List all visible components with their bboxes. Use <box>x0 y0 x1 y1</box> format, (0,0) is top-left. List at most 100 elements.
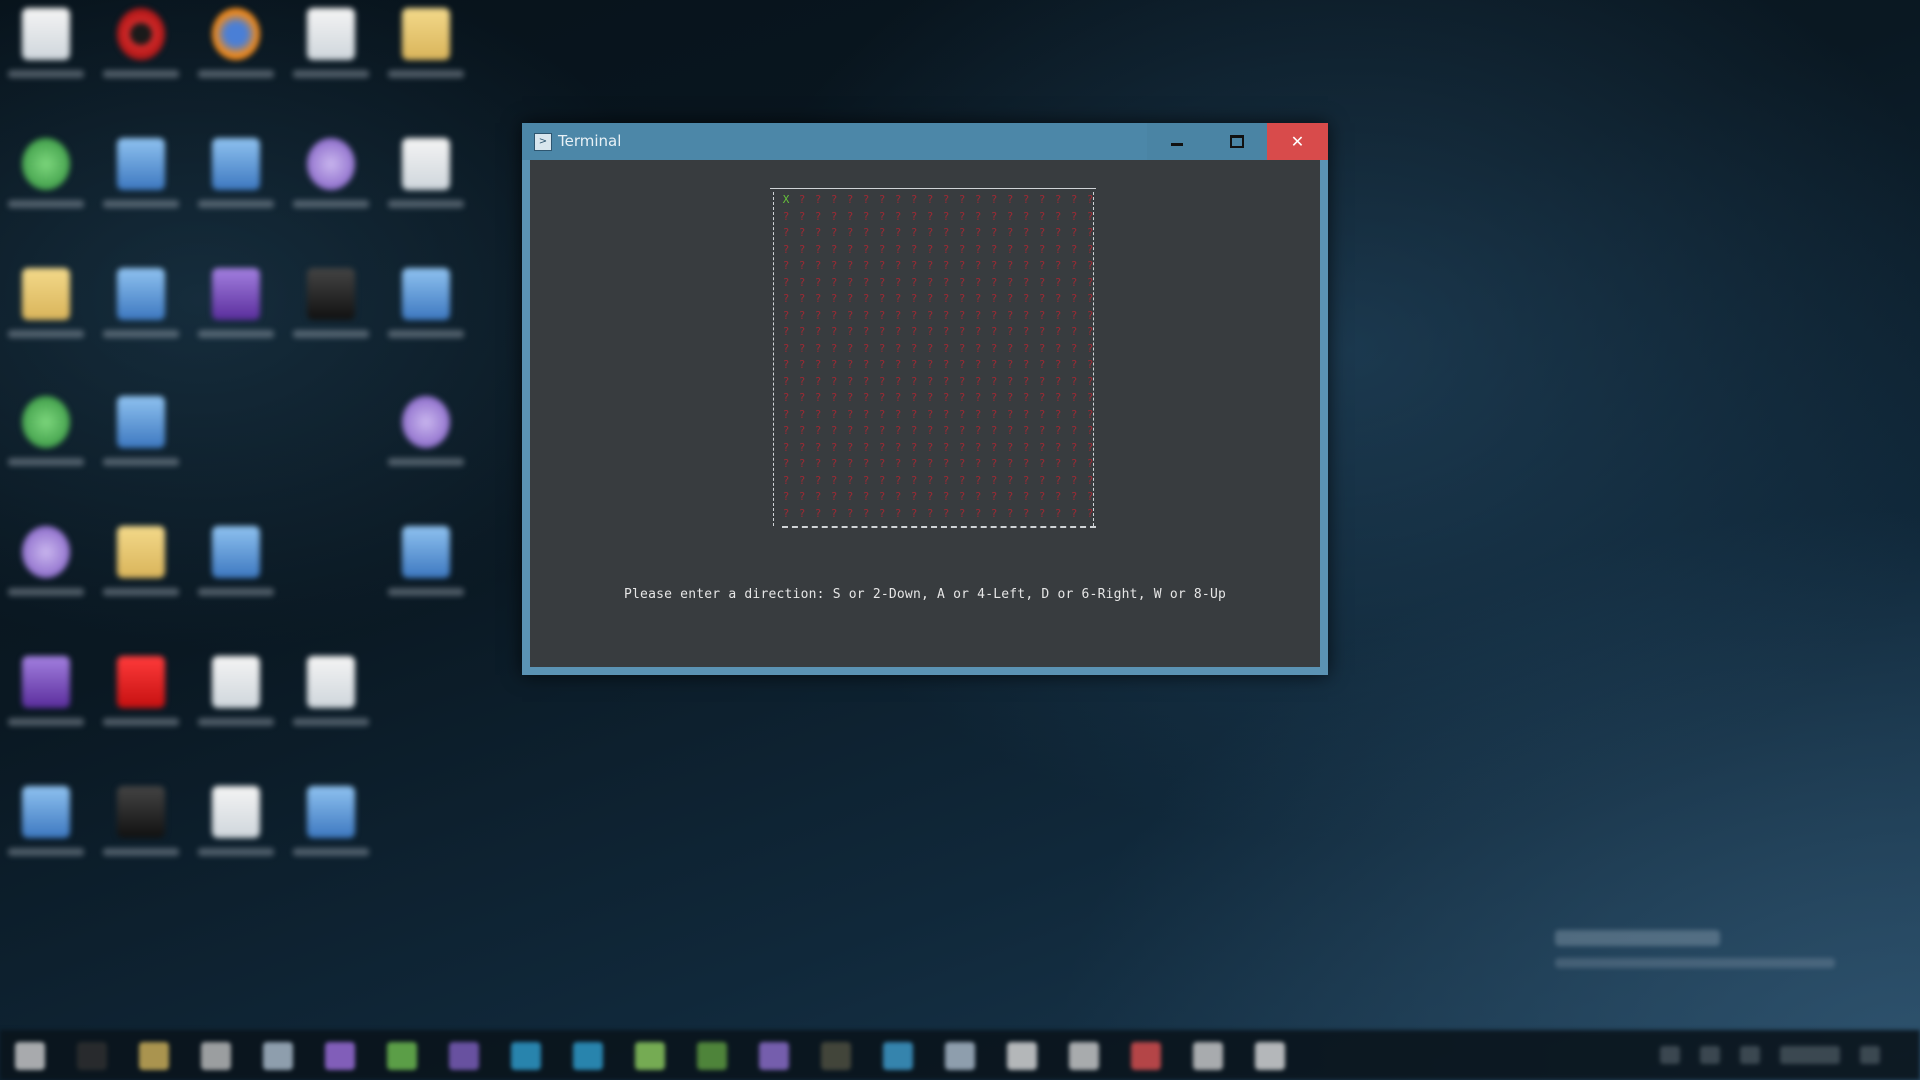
grid-cell: ? <box>846 325 854 338</box>
desktop-icon-app[interactable] <box>0 388 90 506</box>
desktop-icon-image[interactable] <box>95 260 185 378</box>
desktop-icon-app[interactable] <box>190 130 280 248</box>
maximize-button[interactable] <box>1207 123 1267 160</box>
grid-cell: ? <box>1054 440 1062 454</box>
taskbar-chrome-icon[interactable] <box>1131 1042 1161 1070</box>
desktop-icon-doc[interactable] <box>380 260 470 378</box>
desktop-icon-app[interactable] <box>95 648 185 766</box>
taskbar-app-icon[interactable] <box>201 1042 231 1070</box>
grid-cell: ? <box>830 506 838 520</box>
grid-cell: ? <box>894 407 902 421</box>
grid-cell: ? <box>814 457 822 470</box>
terminal-window[interactable]: > Terminal ✕ X??????????????????????????… <box>522 123 1328 675</box>
grid-cell: ? <box>894 490 902 503</box>
desktop-icon-doc[interactable] <box>380 130 470 248</box>
grid-cell: ? <box>814 292 822 305</box>
grid-cell: ? <box>942 407 950 421</box>
desktop-icon-app[interactable] <box>190 260 280 378</box>
desktop-icon-app[interactable] <box>380 388 470 506</box>
close-button[interactable]: ✕ <box>1267 123 1328 160</box>
taskbar-app-icon[interactable] <box>449 1042 479 1070</box>
desktop-icon-app[interactable] <box>285 130 375 248</box>
desktop-icon-doc[interactable] <box>0 0 90 118</box>
terminal-content[interactable]: X???????????????????????????????????????… <box>530 160 1320 667</box>
taskbar-start-icon[interactable] <box>15 1042 45 1070</box>
taskbar-app-icon[interactable] <box>511 1042 541 1070</box>
grid-cell: ? <box>1022 292 1030 305</box>
taskbar-app-icon[interactable] <box>697 1042 727 1070</box>
taskbar-app-icon[interactable] <box>883 1042 913 1070</box>
taskbar-app-icon[interactable] <box>325 1042 355 1070</box>
desktop-icon-app[interactable] <box>0 648 90 766</box>
desktop-icon-doc[interactable] <box>190 648 280 766</box>
network-icon <box>117 138 165 190</box>
system-tray-item[interactable] <box>1700 1046 1720 1064</box>
system-tray-item[interactable] <box>1660 1046 1680 1064</box>
grid-cell: ? <box>878 391 886 404</box>
desktop-icon-app[interactable] <box>95 778 185 896</box>
system-tray-item[interactable] <box>1740 1046 1760 1064</box>
window-titlebar[interactable]: > Terminal ✕ <box>522 123 1328 160</box>
desktop-icon-doc[interactable] <box>380 518 470 636</box>
desktop-icon-doc[interactable] <box>285 778 375 896</box>
grid-cell: ? <box>894 374 902 388</box>
desktop-icon-app[interactable] <box>285 260 375 378</box>
desktop-icon-doc[interactable] <box>285 648 375 766</box>
desktop-icon-doc[interactable] <box>285 0 375 118</box>
opera-icon <box>117 8 165 60</box>
desktop-icon-folder[interactable] <box>0 260 90 378</box>
taskbar-app-icon[interactable] <box>1069 1042 1099 1070</box>
desktop-icon-app[interactable] <box>95 388 185 506</box>
grid-cell: ? <box>798 440 806 454</box>
grid-cell: ? <box>990 325 998 338</box>
desktop-icon-network[interactable] <box>95 130 185 248</box>
grid-cell: ? <box>814 424 822 437</box>
grid-cell: ? <box>942 275 950 289</box>
grid-cell: ? <box>1070 391 1078 404</box>
taskbar-search-icon[interactable] <box>77 1042 107 1070</box>
taskbar-explorer-icon[interactable] <box>139 1042 169 1070</box>
desktop-icon-doc[interactable] <box>190 778 280 896</box>
taskbar-app-icon[interactable] <box>821 1042 851 1070</box>
desktop-icon-app[interactable] <box>0 518 90 636</box>
grid-cell: ? <box>1054 275 1062 289</box>
minimize-button[interactable] <box>1147 123 1207 160</box>
grid-cell: ? <box>926 407 934 421</box>
app-icon <box>22 526 70 578</box>
taskbar-app-icon[interactable] <box>387 1042 417 1070</box>
grid-cell: ? <box>814 341 822 355</box>
taskbar-app-icon[interactable] <box>263 1042 293 1070</box>
system-tray-item[interactable] <box>1780 1046 1840 1064</box>
grid-cell: ? <box>798 292 806 305</box>
desktop-icon-opera[interactable] <box>95 0 185 118</box>
document-icon <box>402 138 450 190</box>
grid-cell: ? <box>878 341 886 355</box>
taskbar-app-icon[interactable] <box>945 1042 975 1070</box>
grid-cell: ? <box>846 308 854 322</box>
grid-cell: ? <box>1006 193 1014 206</box>
taskbar-app-icon[interactable] <box>635 1042 665 1070</box>
desktop-icon-app[interactable] <box>0 130 90 248</box>
taskbar-app-icon[interactable] <box>759 1042 789 1070</box>
grid-cell: ? <box>990 473 998 487</box>
grid-cell: ? <box>942 209 950 223</box>
taskbar-app-icon[interactable] <box>1007 1042 1037 1070</box>
desktop-icon-folder[interactable] <box>95 518 185 636</box>
desktop-icon-label <box>198 588 274 596</box>
grid-cell: ? <box>846 473 854 487</box>
desktop-icon-doc[interactable] <box>0 778 90 896</box>
system-tray-item[interactable] <box>1860 1046 1880 1064</box>
grid-cell: ? <box>798 325 806 338</box>
taskbar-terminal-icon[interactable] <box>1255 1042 1285 1070</box>
grid-cell: ? <box>990 259 998 272</box>
desktop-icon-folder[interactable] <box>380 0 470 118</box>
grid-cell: ? <box>1006 374 1014 388</box>
grid-cell: ? <box>942 308 950 322</box>
taskbar-app-icon[interactable] <box>1193 1042 1223 1070</box>
grid-cell: ? <box>1006 292 1014 305</box>
grid-cell: ? <box>1070 193 1078 206</box>
grid-cell: ? <box>1038 308 1046 322</box>
taskbar-app-icon[interactable] <box>573 1042 603 1070</box>
desktop-icon-app[interactable] <box>190 518 280 636</box>
desktop-icon-firefox[interactable] <box>190 0 280 118</box>
